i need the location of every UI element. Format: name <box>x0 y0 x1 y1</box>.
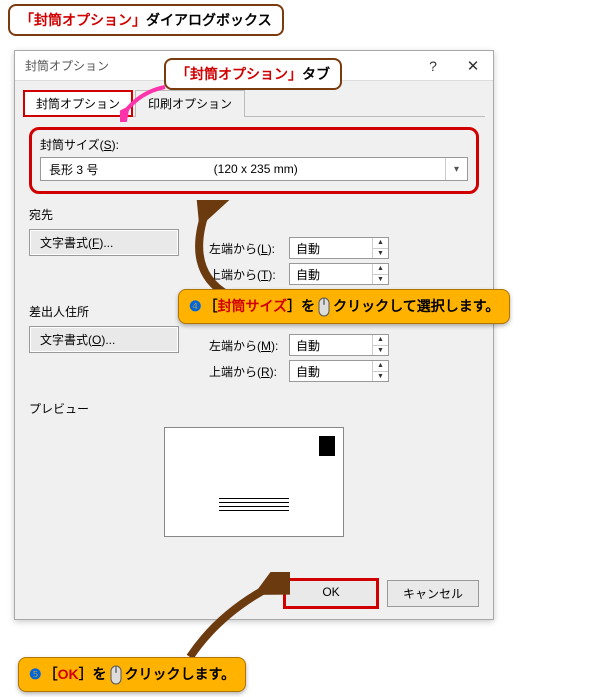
callout-text: ］を <box>79 666 107 682</box>
address-lines-icon <box>219 495 289 514</box>
sender-top-spinner[interactable]: 自動 ▲ ▼ <box>289 360 389 382</box>
label-text: 封筒サイズ( <box>40 138 104 152</box>
preview-heading: プレビュー <box>29 400 479 417</box>
preview-section: プレビュー <box>29 400 479 537</box>
spinner-down-icon[interactable]: ▼ <box>373 249 388 259</box>
label-text: ): <box>270 365 277 379</box>
annotation-text-suffix: ダイアログボックス <box>146 12 272 28</box>
sender-left-spinner[interactable]: 自動 ▲ ▼ <box>289 334 389 356</box>
callout-text: クリック <box>125 666 181 682</box>
spinner-value: 自動 <box>290 238 372 258</box>
envelope-size-dropdown[interactable]: 長形 3 号 (120 x 235 mm) ▾ <box>40 157 468 181</box>
spinner-up-icon[interactable]: ▲ <box>373 264 388 275</box>
help-button[interactable]: ? <box>413 52 453 80</box>
dropdown-value-name: 長形 3 号 <box>41 161 106 178</box>
callout-text: ［ <box>44 666 58 682</box>
sender-font-button[interactable]: 文字書式(O)... <box>29 326 179 353</box>
label-accesskey: R <box>261 365 270 379</box>
callout-text-red: OK <box>58 666 79 682</box>
arrow-brown-icon <box>180 572 290 662</box>
label-text: 上端から( <box>209 365 261 379</box>
btn-text: )... <box>101 333 115 347</box>
step-number: ❹ <box>189 298 202 314</box>
label-text: ): <box>268 268 275 282</box>
sender-block: 文字書式(O)... 左端から(M): 自動 ▲ ▼ <box>29 326 479 386</box>
spinner-up-icon[interactable]: ▲ <box>373 335 388 346</box>
annotation-dialog-title: 「封筒オプション」ダイアログボックス <box>8 4 284 36</box>
callout-text: ］を <box>287 298 315 314</box>
tab-envelope-options[interactable]: 封筒オプション <box>23 90 133 117</box>
callout-text-red: 封筒サイズ <box>218 298 288 314</box>
annotation-tab-callout: 「封筒オプション」タブ <box>164 58 342 90</box>
spinner-value: 自動 <box>290 264 372 284</box>
recipient-top-spinner[interactable]: 自動 ▲ ▼ <box>289 263 389 285</box>
dialog-title: 封筒オプション <box>15 57 119 74</box>
cancel-button[interactable]: キャンセル <box>387 580 479 607</box>
dropdown-value-dimensions: (120 x 235 mm) <box>106 162 445 176</box>
btn-text: 文字書式( <box>40 333 92 347</box>
spinner-down-icon[interactable]: ▼ <box>373 275 388 285</box>
ok-button[interactable]: OK <box>285 580 377 607</box>
envelope-preview <box>164 427 344 537</box>
btn-text: 文字書式( <box>40 236 92 250</box>
callout-text: して選択します。 <box>389 298 499 314</box>
label-text: ): <box>271 339 278 353</box>
spinner-buttons: ▲ ▼ <box>372 335 388 355</box>
spinner-buttons: ▲ ▼ <box>372 264 388 284</box>
dialog-buttons: OK キャンセル <box>285 580 479 607</box>
mouse-icon <box>317 297 331 317</box>
arrow-brown-icon <box>178 200 268 300</box>
tab-panel: 封筒サイズ(S): 長形 3 号 (120 x 235 mm) ▾ 宛先 文字書… <box>15 117 493 547</box>
spinner-down-icon[interactable]: ▼ <box>373 346 388 356</box>
label-text: ): <box>112 138 119 152</box>
spinner-buttons: ▲ ▼ <box>372 361 388 381</box>
chevron-down-icon: ▾ <box>445 158 467 180</box>
recipient-font-button[interactable]: 文字書式(F)... <box>29 229 179 256</box>
annotation-step4: ❹［封筒サイズ］を クリックして選択します。 <box>178 289 510 324</box>
envelope-size-label: 封筒サイズ(S): <box>40 136 468 153</box>
annotation-step5: ❺［OK］を クリックします。 <box>18 657 246 692</box>
envelope-options-dialog: 封筒オプション ? ✕ 封筒オプション 印刷オプション 封筒サイズ(S): 長形… <box>14 50 494 620</box>
envelope-size-highlight: 封筒サイズ(S): 長形 3 号 (120 x 235 mm) ▾ <box>29 127 479 194</box>
label-text: ): <box>268 242 275 256</box>
label-text: 左端から( <box>209 339 261 353</box>
btn-text: )... <box>99 236 113 250</box>
spinner-down-icon[interactable]: ▼ <box>373 372 388 382</box>
annotation-text-suffix: タブ <box>302 66 330 82</box>
annotation-text-quoted: 「封筒オプション」 <box>176 66 302 82</box>
label-accesskey: M <box>261 339 271 353</box>
spinner-value: 自動 <box>290 361 372 381</box>
annotation-text-quoted: 「封筒オプション」 <box>20 12 146 28</box>
mouse-icon <box>109 665 123 685</box>
step-number: ❺ <box>29 666 42 682</box>
stamp-icon <box>319 436 335 456</box>
sender-left-label: 左端から(M): <box>209 337 289 354</box>
callout-text: します。 <box>181 666 236 682</box>
spinner-value: 自動 <box>290 335 372 355</box>
recipient-left-spinner[interactable]: 自動 ▲ ▼ <box>289 237 389 259</box>
sender-top-label: 上端から(R): <box>209 363 289 380</box>
btn-accesskey: O <box>92 333 101 347</box>
spinner-buttons: ▲ ▼ <box>372 238 388 258</box>
spinner-up-icon[interactable]: ▲ <box>373 238 388 249</box>
label-accesskey: S <box>104 138 112 152</box>
arrow-pink-icon <box>120 82 170 122</box>
spinner-up-icon[interactable]: ▲ <box>373 361 388 372</box>
callout-text: ［ <box>204 298 218 314</box>
close-button[interactable]: ✕ <box>453 52 493 80</box>
callout-text: クリック <box>333 298 389 314</box>
